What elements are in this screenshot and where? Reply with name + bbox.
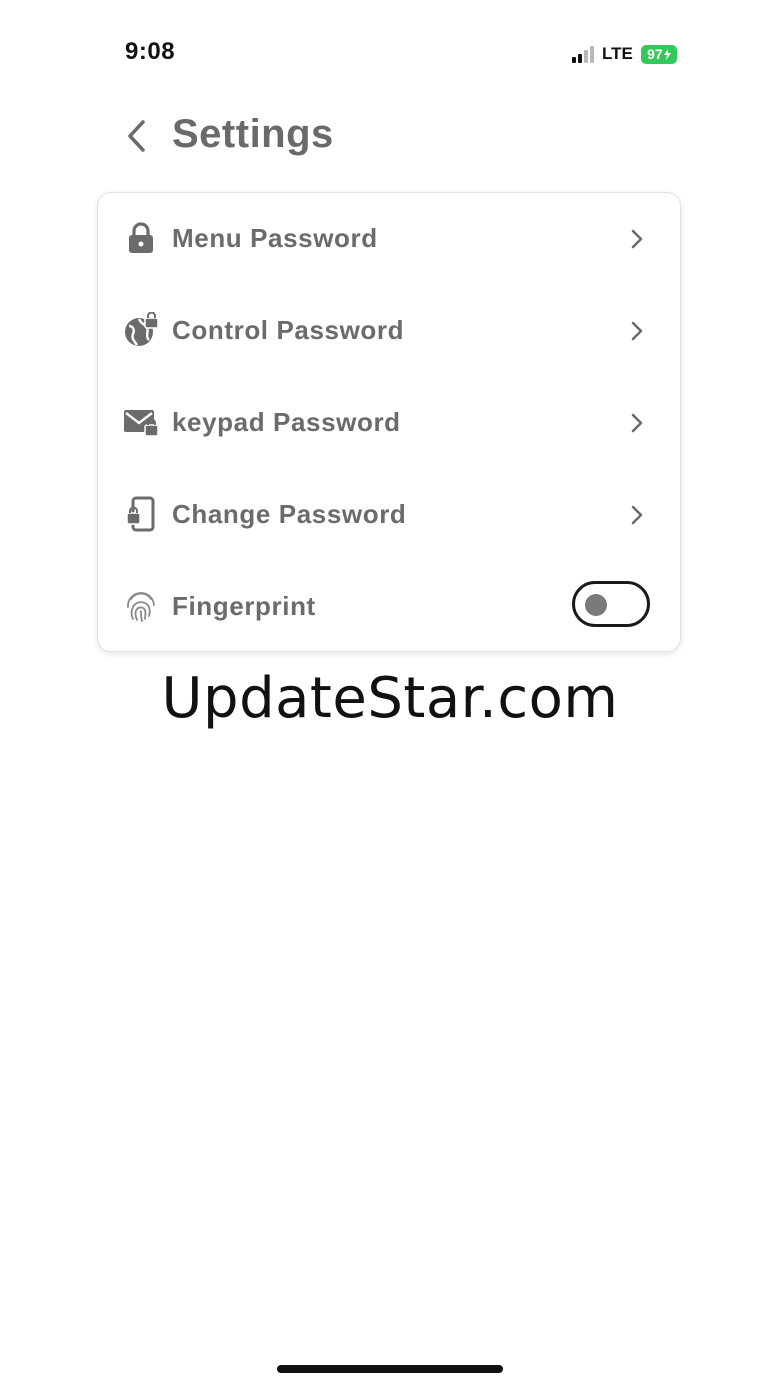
signal-icon xyxy=(572,45,594,63)
settings-item-label: keypad Password xyxy=(172,407,401,437)
settings-item-change-password[interactable]: Change Password xyxy=(98,469,680,561)
header: Settings xyxy=(0,100,780,180)
fingerprint-toggle[interactable] xyxy=(572,581,650,627)
status-indicators: LTE 97 xyxy=(572,42,677,66)
home-indicator[interactable] xyxy=(277,1365,503,1373)
mail-lock-icon xyxy=(122,403,160,441)
battery-icon: 97 xyxy=(640,44,677,64)
back-button[interactable] xyxy=(118,116,154,156)
settings-item-fingerprint: Fingerprint xyxy=(98,561,680,653)
settings-item-label: Fingerprint xyxy=(172,591,316,621)
battery-level: 97 xyxy=(647,46,663,62)
settings-item-control-password[interactable]: Control Password xyxy=(98,285,680,377)
fingerprint-icon xyxy=(122,587,160,625)
settings-item-label: Change Password xyxy=(172,499,407,529)
watermark-text: UpdateStar.com xyxy=(161,666,619,731)
status-time: 9:08 xyxy=(125,38,176,65)
network-type: LTE xyxy=(602,44,633,63)
toggle-knob xyxy=(585,594,607,616)
status-bar: 9:08 LTE 97 xyxy=(0,0,780,100)
chevron-right-icon xyxy=(628,503,646,527)
globe-lock-icon xyxy=(122,311,160,349)
chevron-right-icon xyxy=(628,227,646,251)
settings-card: Menu Password Control Password keypad Pa… xyxy=(97,192,681,652)
chevron-right-icon xyxy=(628,319,646,343)
settings-item-label: Menu Password xyxy=(172,223,378,253)
page-title: Settings xyxy=(172,112,334,156)
chevron-left-icon xyxy=(128,120,145,152)
lock-icon xyxy=(122,219,160,257)
settings-item-menu-password[interactable]: Menu Password xyxy=(98,193,680,285)
settings-item-keypad-password[interactable]: keypad Password xyxy=(98,377,680,469)
settings-item-label: Control Password xyxy=(172,315,405,345)
phone-lock-icon xyxy=(122,495,160,533)
chevron-right-icon xyxy=(628,411,646,435)
